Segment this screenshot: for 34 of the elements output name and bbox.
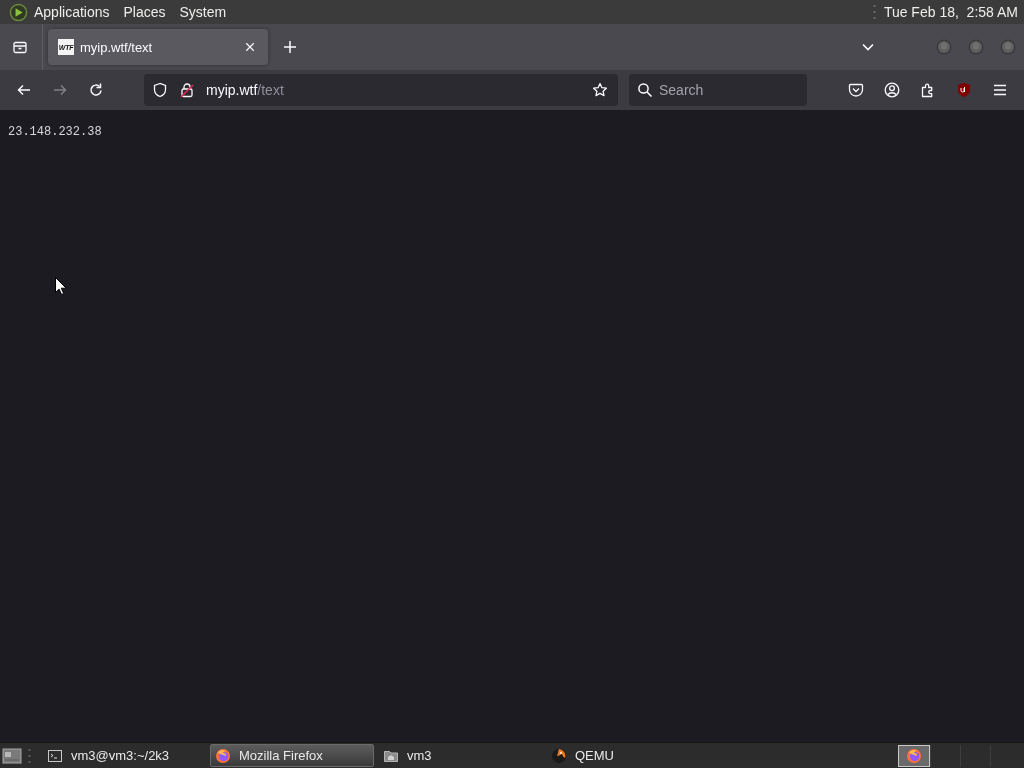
filled-shield-icon: [956, 82, 972, 98]
ip-address-text: 23.148.232.38: [8, 125, 102, 139]
right-arrow-icon: [52, 82, 68, 98]
panel-menu[interactable]: System: [179, 4, 227, 20]
account-icon: [884, 82, 900, 98]
drag-handle-icon: [872, 3, 876, 21]
app-logo-icon: [551, 747, 567, 764]
firefox-icon: [215, 747, 231, 764]
address-bar[interactable]: myip.wtf/text: [144, 74, 618, 106]
shield-icon: [152, 82, 168, 98]
taskbar-window-button[interactable]: vm3@vm3:~/2k3: [42, 744, 206, 767]
panel-menu[interactable]: Applications: [34, 4, 110, 20]
close-icon: [244, 41, 256, 53]
show-desktop-icon: [2, 745, 22, 766]
search-icon: [637, 82, 653, 98]
firefox-icon: [906, 747, 922, 764]
mouse-pointer-icon: [55, 277, 66, 295]
play-logo-icon: [9, 2, 28, 22]
tray-icon: [12, 39, 28, 55]
left-arrow-icon: [16, 82, 32, 98]
reload-icon: [88, 82, 104, 98]
taskbar-window-button[interactable]: vm3: [378, 744, 542, 767]
panel-menu[interactable]: Places: [123, 4, 166, 20]
search-field[interactable]: Search: [629, 74, 807, 106]
star-icon: [592, 82, 608, 98]
insecure-lock-icon: [179, 82, 195, 98]
panel-clock[interactable]: Tue Feb 18, 2:58 AM: [883, 4, 1018, 20]
plus-icon: [282, 39, 298, 55]
taskbar-window-button[interactable]: Mozilla Firefox: [210, 744, 374, 767]
pocket-icon: [848, 82, 864, 98]
url-text: myip.wtf/text: [206, 82, 285, 98]
taskbar-window-button[interactable]: QEMU: [546, 744, 710, 767]
menu-icon: [992, 82, 1008, 98]
terminal-icon: [47, 747, 63, 764]
